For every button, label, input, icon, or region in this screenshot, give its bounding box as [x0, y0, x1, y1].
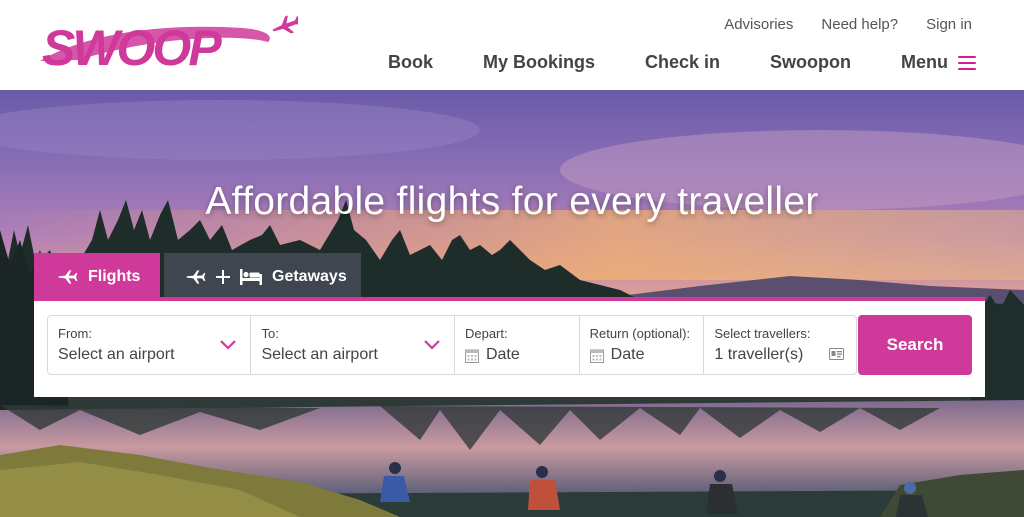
bed-icon [240, 268, 262, 285]
travellers-select[interactable]: Select travellers: 1 traveller(s) [704, 316, 856, 374]
utility-links: Advisories Need help? Sign in [724, 16, 972, 33]
logo-wordmark: SWOOP [42, 20, 222, 74]
return-value-wrap: Date [589, 346, 704, 364]
travellers-label: Select travellers: [714, 326, 811, 341]
tab-flights-label: Flights [88, 267, 141, 285]
from-label: From: [58, 326, 92, 341]
depart-value: Date [485, 346, 520, 363]
nav-menu-label: Menu [901, 52, 948, 72]
need-help-link[interactable]: Need help? [821, 16, 898, 33]
id-card-icon [829, 348, 844, 360]
main-nav: Book My Bookings Check in Swoopon Menu [388, 52, 976, 73]
hamburger-menu-icon [958, 55, 976, 70]
airplane-icon [58, 269, 78, 284]
chevron-down-icon [220, 340, 237, 350]
swoop-logo[interactable]: SWOOP [38, 14, 298, 74]
tab-getaways-label: Getaways [272, 267, 347, 285]
to-label: To: [261, 326, 279, 341]
tab-flights[interactable]: Flights [34, 253, 160, 300]
return-date-field[interactable]: Return (optional): Date [580, 316, 705, 374]
from-airport-select[interactable]: From: Select an airport [48, 316, 252, 374]
depart-date-field[interactable]: Depart: Date [455, 316, 580, 374]
return-label: Return (optional): [589, 326, 691, 341]
flight-search-form: From: Select an airport To: Select an ai… [34, 297, 985, 397]
chevron-down-icon [424, 340, 440, 350]
advisories-link[interactable]: Advisories [724, 16, 793, 33]
tab-getaways[interactable]: Getaways [164, 253, 361, 300]
calendar-icon [464, 349, 479, 363]
nav-book[interactable]: Book [388, 52, 433, 73]
airplane-icon [186, 269, 206, 284]
hero-headline: Affordable flights for every traveller [205, 180, 819, 223]
nav-check-in[interactable]: Check in [645, 52, 720, 73]
calendar-icon [589, 349, 604, 363]
to-airport-select[interactable]: To: Select an airport [251, 316, 455, 374]
airplane-icon [272, 15, 298, 34]
site-header: SWOOP Advisories Need help? Sign in Book… [0, 0, 1024, 90]
nav-swoopon[interactable]: Swoopon [770, 52, 851, 73]
depart-value-wrap: Date [464, 346, 579, 364]
nav-my-bookings[interactable]: My Bookings [483, 52, 595, 73]
search-fields: From: Select an airport To: Select an ai… [47, 315, 857, 375]
plus-icon [216, 269, 230, 284]
return-value: Date [610, 346, 645, 363]
search-button[interactable]: Search [858, 315, 972, 375]
sign-in-link[interactable]: Sign in [926, 16, 972, 33]
hero-banner: Affordable flights for every traveller F… [0, 90, 1024, 517]
nav-menu[interactable]: Menu [901, 52, 976, 73]
depart-label: Depart: [464, 326, 508, 341]
